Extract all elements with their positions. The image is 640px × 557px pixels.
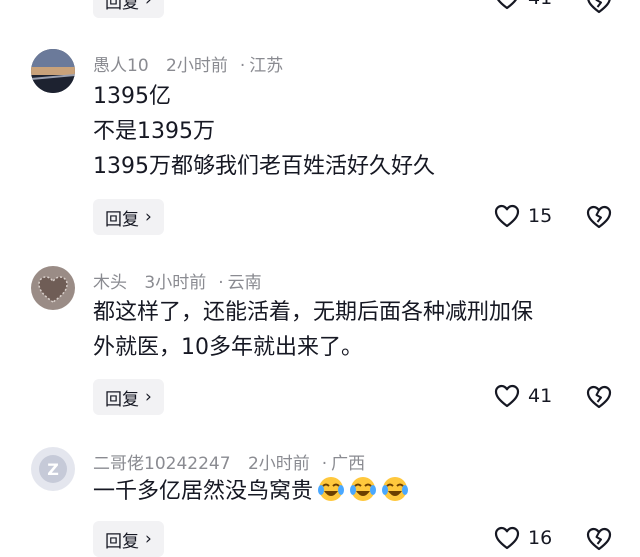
comment-line: 1395万都够我们老百姓活好久好久 — [93, 154, 435, 179]
comment-location: 广西 — [331, 454, 366, 474]
comment-location: 江苏 — [249, 56, 284, 76]
comment-line: 1395亿 — [93, 84, 171, 109]
heart-outline-icon[interactable] — [494, 384, 520, 408]
like-control[interactable]: 41 — [494, 384, 552, 408]
comment-time: 3小时前 — [144, 273, 207, 293]
meta-separator: · — [321, 454, 328, 474]
like-control[interactable]: 15 — [494, 204, 552, 228]
reply-label: 回复 — [105, 389, 139, 410]
avatar[interactable] — [31, 49, 75, 93]
meta-separator: · — [239, 56, 246, 76]
reply-button[interactable]: 回复 › — [93, 0, 164, 18]
comment-location: 云南 — [227, 273, 262, 293]
reply-label: 回复 — [105, 0, 139, 13]
comment-time: 2小时前 — [247, 454, 310, 474]
reply-button[interactable]: 回复 › — [93, 521, 164, 557]
reply-label: 回复 — [105, 531, 139, 552]
chevron-right-icon: › — [145, 529, 152, 549]
reply-button[interactable]: 回复 › — [93, 199, 164, 235]
comment-line: 不是1395万 — [93, 119, 215, 144]
comment-meta: 愚人10 2小时前 · 江苏 — [93, 51, 295, 76]
chevron-right-icon: › — [145, 387, 152, 407]
comment-text: 一千多亿居然没鸟窝贵 — [93, 474, 613, 509]
username[interactable]: 二哥佬10242247 — [93, 454, 231, 474]
like-control[interactable]: 41 — [494, 0, 552, 10]
like-count: 15 — [528, 205, 553, 227]
comment-text: 1395亿 不是1395万 1395万都够我们老百姓活好久好久 — [93, 79, 613, 184]
comment-meta: 二哥佬10242247 2小时前 · 广西 — [93, 449, 377, 474]
comment-meta: 木头 3小时前 · 云南 — [93, 268, 274, 293]
comment-line-text: 一千多亿居然没鸟窝贵 — [93, 479, 314, 504]
broken-heart-icon[interactable] — [586, 0, 612, 14]
chevron-right-icon: › — [145, 207, 152, 227]
comment-line: 都这样了，还能活着，无期后面各种减刑加保 — [93, 300, 534, 325]
like-control[interactable]: 16 — [494, 526, 552, 550]
username[interactable]: 愚人10 — [93, 56, 149, 76]
like-count: 41 — [528, 0, 552, 9]
heart-outline-icon[interactable] — [494, 526, 520, 550]
comment-line: 一千多亿居然没鸟窝贵 — [93, 474, 613, 509]
broken-heart-icon[interactable] — [586, 205, 612, 229]
laughing-crying-emoji-icon — [317, 475, 345, 503]
comment-text: 都这样了，还能活着，无期后面各种减刑加保 外就医，10多年就出来了。 — [93, 295, 613, 365]
svg-text:Z: Z — [47, 460, 59, 479]
comment-line: 外就医，10多年就出来了。 — [93, 335, 363, 360]
avatar[interactable]: Z — [31, 447, 75, 491]
broken-heart-icon[interactable] — [586, 385, 612, 409]
reply-button[interactable]: 回复 › — [93, 379, 164, 415]
laughing-crying-emoji-icon — [381, 475, 409, 503]
broken-heart-icon[interactable] — [586, 527, 612, 551]
meta-separator: · — [218, 273, 224, 293]
username[interactable]: 木头 — [93, 273, 127, 293]
heart-outline-icon[interactable] — [494, 0, 520, 10]
avatar[interactable] — [31, 266, 75, 310]
like-count: 41 — [528, 385, 553, 407]
like-count: 16 — [528, 527, 553, 549]
reply-label: 回复 — [105, 209, 139, 230]
heart-outline-icon[interactable] — [494, 204, 520, 228]
laughing-crying-emoji-icon — [349, 475, 377, 503]
comment-time: 2小时前 — [166, 56, 228, 76]
chevron-right-icon: › — [145, 0, 152, 10]
